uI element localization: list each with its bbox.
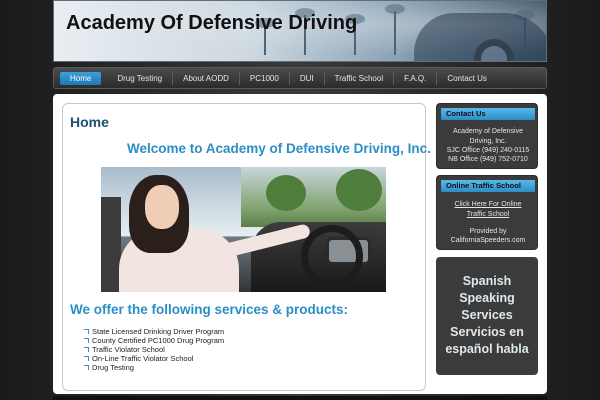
spanish-line: Spanish — [462, 274, 512, 288]
online-school-link-wrap: Click Here For Online Traffic School — [441, 200, 535, 219]
main-nav: Home Drug Testing About AODD PC1000 DUI … — [53, 67, 547, 89]
list-item: State Licensed Drinking Driver Program — [84, 327, 224, 336]
photo-tree — [266, 175, 306, 211]
nav-item-pc1000[interactable]: PC1000 — [240, 71, 290, 85]
contact-widget: Contact Us Academy of Defensive Driving,… — [436, 103, 538, 169]
nav-item-home[interactable]: Home — [60, 71, 102, 85]
spanish-line: Services — [461, 308, 513, 322]
nav-item-contact-us[interactable]: Contact Us — [437, 72, 497, 85]
page-title: Home — [70, 114, 109, 130]
contact-company: Academy of Defensive Driving, Inc. — [452, 128, 524, 145]
service-label: Drug Testing — [92, 363, 134, 372]
arrow-bullet-icon — [84, 347, 89, 352]
arrow-bullet-icon — [84, 365, 89, 370]
spanish-services-widget[interactable]: Spanish Speaking Services Servicios en e… — [436, 257, 538, 375]
contact-widget-heading: Contact Us — [441, 108, 535, 120]
spanish-line: español habla — [445, 342, 529, 356]
nav-item-about-aodd[interactable]: About AODD — [173, 71, 240, 85]
spanish-line: Servicios en — [450, 325, 524, 339]
online-school-widget: Online Traffic School Click Here For Onl… — [436, 175, 538, 250]
provider-name: CaliforniaSpeeders.com — [450, 237, 526, 244]
arrow-bullet-icon — [84, 329, 89, 334]
service-label: County Certified PC1000 Drug Program — [92, 336, 225, 345]
nav-item-faq[interactable]: F.A.Q. — [394, 71, 438, 85]
online-school-heading: Online Traffic School — [441, 180, 535, 192]
online-school-link[interactable]: Click Here For Online Traffic School — [455, 201, 522, 218]
header-banner: Academy Of Defensive Driving — [53, 0, 547, 62]
list-item: On-Line Traffic Violator School — [84, 354, 224, 363]
service-label: On-Line Traffic Violator School — [92, 354, 194, 363]
nav-item-dui[interactable]: DUI — [290, 71, 325, 85]
services-heading: We offer the following services & produc… — [70, 302, 349, 317]
driver-photo — [101, 167, 386, 292]
nav-item-traffic-school[interactable]: Traffic School — [325, 71, 395, 85]
banner-palm — [385, 4, 405, 55]
arrow-bullet-icon — [84, 338, 89, 343]
photo-person-face — [145, 185, 179, 229]
photo-steering-wheel — [301, 225, 363, 287]
contact-nb-phone: NB Office (949) 752-0710 — [448, 156, 528, 163]
list-item: County Certified PC1000 Drug Program — [84, 336, 224, 345]
list-item: Drug Testing — [84, 363, 224, 372]
arrow-bullet-icon — [84, 356, 89, 361]
nav-item-drug-testing[interactable]: Drug Testing — [107, 71, 174, 85]
site-title[interactable]: Academy Of Defensive Driving — [66, 12, 357, 35]
spanish-line: Speaking — [459, 291, 515, 305]
welcome-heading: Welcome to Academy of Defensive Driving,… — [127, 141, 431, 156]
list-item: Traffic Violator School — [84, 345, 224, 354]
spanish-services-text: Spanish Speaking Services Servicios en e… — [436, 273, 538, 358]
photo-tree — [336, 169, 382, 211]
photo-seat — [101, 197, 121, 292]
footer-bar — [53, 396, 547, 400]
services-list: State Licensed Drinking Driver Program C… — [84, 327, 224, 372]
service-label: Traffic Violator School — [92, 345, 165, 354]
service-label: State Licensed Drinking Driver Program — [92, 327, 225, 336]
